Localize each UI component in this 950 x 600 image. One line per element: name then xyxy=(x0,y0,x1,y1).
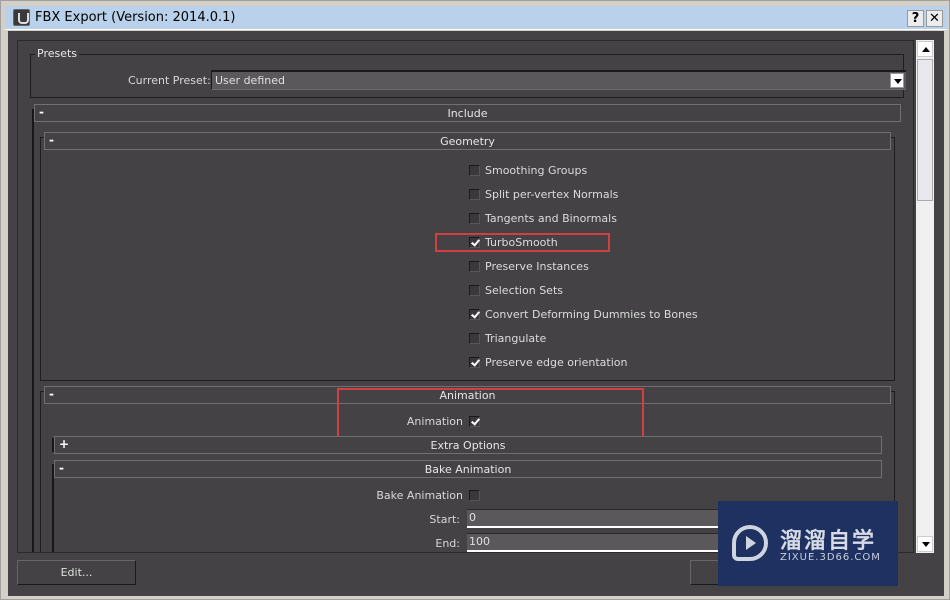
help-button[interactable]: ? xyxy=(907,10,924,27)
end-label: End: xyxy=(435,537,460,550)
current-preset-value: User defined xyxy=(215,74,285,87)
chevron-down-icon[interactable] xyxy=(890,73,904,88)
geometry-option-label: Convert Deforming Dummies to Bones xyxy=(485,308,698,321)
checkbox-checked-icon xyxy=(469,309,480,320)
watermark-brand: 溜溜自学 xyxy=(780,529,877,554)
geometry-option-label: TurboSmooth xyxy=(485,236,558,249)
scroll-up-arrow-icon[interactable] xyxy=(917,41,933,57)
vertical-scrollbar[interactable] xyxy=(916,40,934,553)
rollout-geometry[interactable]: - Geometry xyxy=(44,132,891,150)
geometry-option-label: Tangents and Binormals xyxy=(485,212,617,225)
geometry-option-label: Split per-vertex Normals xyxy=(485,188,619,201)
rollout-extra-options-title: Extra Options xyxy=(430,439,506,452)
play-logo-icon xyxy=(732,525,768,561)
watermark-overlay: 溜溜自学 ZIXUE.3D66.COM xyxy=(718,501,898,586)
geometry-option-checkbox[interactable]: Triangulate xyxy=(469,331,729,347)
checkbox-unchecked-icon xyxy=(469,261,480,272)
animation-checkbox[interactable] xyxy=(469,414,485,430)
geometry-option-checkbox[interactable]: Tangents and Binormals xyxy=(469,211,729,227)
window-title: FBX Export (Version: 2014.0.1) xyxy=(35,10,236,25)
rollout-include-title: Include xyxy=(447,107,488,120)
title-bar: FBX Export (Version: 2014.0.1) ? ✕ xyxy=(5,6,947,30)
rollout-animation[interactable]: - Animation xyxy=(44,386,891,404)
geometry-option-checkbox[interactable]: TurboSmooth xyxy=(469,235,729,251)
fbx-export-dialog: FBX Export (Version: 2014.0.1) ? ✕ Prese… xyxy=(0,0,950,600)
rollout-animation-title: Animation xyxy=(439,389,496,402)
checkbox-unchecked-icon xyxy=(469,213,480,224)
bake-animation-label: Bake Animation xyxy=(376,489,463,502)
checkbox-unchecked-icon xyxy=(469,165,480,176)
close-button[interactable]: ✕ xyxy=(926,10,943,27)
current-preset-dropdown[interactable]: User defined xyxy=(211,70,906,90)
geometry-option-label: Preserve Instances xyxy=(485,260,589,273)
geometry-option-label: Selection Sets xyxy=(485,284,563,297)
start-label: Start: xyxy=(429,513,460,526)
geometry-option-checkbox[interactable]: Convert Deforming Dummies to Bones xyxy=(469,307,729,323)
geometry-option-checkbox[interactable]: Preserve Instances xyxy=(469,259,729,275)
checkbox-unchecked-icon xyxy=(469,490,480,501)
checkbox-unchecked-icon xyxy=(469,333,480,344)
current-preset-label: Current Preset: xyxy=(128,74,211,87)
rollout-bake-animation[interactable]: - Bake Animation xyxy=(54,460,882,478)
geometry-option-label: Smoothing Groups xyxy=(485,164,588,177)
checkbox-checked-icon xyxy=(469,237,480,248)
app-icon xyxy=(13,9,30,26)
checkbox-unchecked-icon xyxy=(469,189,480,200)
checkbox-checked-icon xyxy=(469,357,480,368)
scrollbar-thumb[interactable] xyxy=(917,59,933,201)
animation-label: Animation xyxy=(406,415,463,428)
geometry-group-frame xyxy=(40,137,895,381)
geometry-option-label: Preserve edge orientation xyxy=(485,356,628,369)
geometry-option-checkbox[interactable]: Split per-vertex Normals xyxy=(469,187,729,203)
geometry-option-checkbox[interactable]: Selection Sets xyxy=(469,283,729,299)
scroll-down-arrow-icon[interactable] xyxy=(917,536,933,552)
checkbox-unchecked-icon xyxy=(469,285,480,296)
rollout-bake-animation-title: Bake Animation xyxy=(424,463,512,476)
watermark-url: ZIXUE.3D66.COM xyxy=(780,552,881,563)
presets-group-label: Presets xyxy=(35,47,80,60)
geometry-option-checkbox[interactable]: Smoothing Groups xyxy=(469,163,729,179)
include-bracket xyxy=(32,109,38,552)
rollout-extra-options[interactable]: + Extra Options xyxy=(54,436,882,454)
edit-button[interactable]: Edit... xyxy=(17,560,136,585)
bake-animation-checkbox[interactable] xyxy=(469,488,485,504)
rollout-include[interactable]: - Include xyxy=(34,104,901,122)
rollout-panel: Presets Current Preset: User defined - I… xyxy=(17,40,914,553)
checkbox-checked-icon xyxy=(469,416,480,427)
geometry-option-label: Triangulate xyxy=(485,332,547,345)
geometry-option-checkbox[interactable]: Preserve edge orientation xyxy=(469,355,729,371)
rollout-geometry-title: Geometry xyxy=(440,135,495,148)
